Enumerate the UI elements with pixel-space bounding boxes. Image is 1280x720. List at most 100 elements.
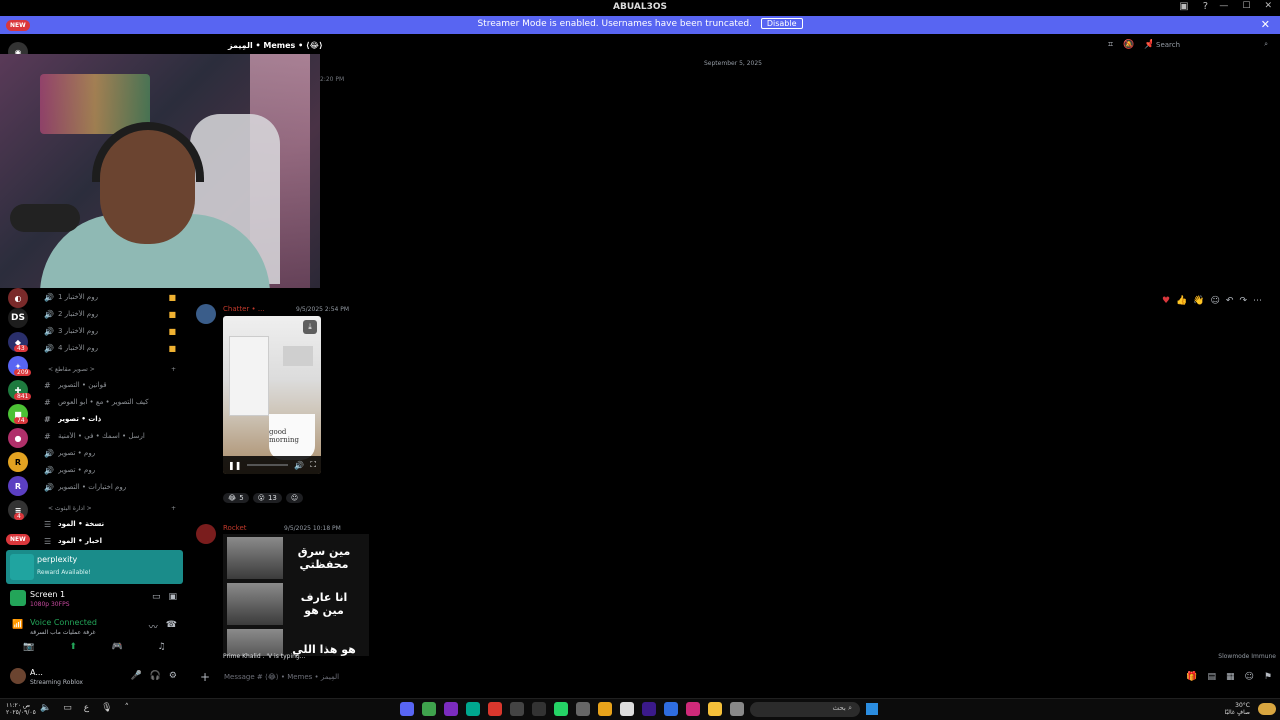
reaction-chip[interactable]: 😮 13 xyxy=(252,493,282,503)
volume-icon[interactable]: 🔊 xyxy=(294,461,304,470)
message-composer[interactable]: + Message # ⟨😂⟩ • Memes • المِيمز 🎁 ▤ ▦ … xyxy=(196,670,1280,686)
server-icon[interactable]: ● xyxy=(8,428,28,448)
text-channel[interactable]: # ارسل • اسمك • في • الأمنية xyxy=(44,429,176,443)
app-icon[interactable] xyxy=(466,702,480,716)
add-reaction-chip[interactable]: ☺ xyxy=(285,493,304,503)
voice-channel[interactable]: 🔊 روم الأختبار 2 ■ xyxy=(44,307,176,321)
text-channel[interactable]: ☰ اخبار • المود xyxy=(44,534,176,548)
noise-suppression-icon[interactable]: 〰 xyxy=(149,620,158,633)
voice-channel-name[interactable]: غرفة عمليات ماب السرقة xyxy=(30,629,96,636)
voice-channel[interactable]: 🔊 روم الأختبار 1 ■ xyxy=(44,290,176,304)
app-icon[interactable] xyxy=(532,702,546,716)
thumbs-up-icon[interactable]: 👍 xyxy=(1176,296,1187,306)
category-header[interactable]: < ادارة البثوث > + xyxy=(48,505,176,512)
pause-icon[interactable]: ❚❚ xyxy=(228,461,241,470)
app-icon[interactable] xyxy=(510,702,524,716)
whatsapp-icon[interactable] xyxy=(554,702,568,716)
threads-icon[interactable]: ⌗ xyxy=(1108,40,1113,50)
reply-icon[interactable]: ↶ xyxy=(1226,296,1234,306)
network-icon[interactable]: ▭ xyxy=(63,703,72,713)
inbox-icon[interactable]: ▣ xyxy=(1179,1,1188,12)
gift-icon[interactable]: 🎁 xyxy=(1186,672,1197,682)
app-icon[interactable] xyxy=(422,702,436,716)
fullscreen-icon[interactable]: ⛶ xyxy=(310,460,316,470)
search-input[interactable]: Search ⌕ xyxy=(1152,39,1272,53)
sticker-icon[interactable]: ▦ xyxy=(1226,672,1235,682)
headphones-icon[interactable]: 🎧 xyxy=(150,671,161,681)
stop-share-icon[interactable]: ▣ xyxy=(168,592,177,602)
discord-app-icon[interactable] xyxy=(400,702,414,716)
file-explorer-icon[interactable] xyxy=(708,702,722,716)
more-icon[interactable]: ⋯ xyxy=(1253,296,1262,306)
category-header[interactable]: < تصوير مقاطع > + xyxy=(48,366,176,373)
minimize-button[interactable]: — xyxy=(1219,1,1228,11)
close-window-button[interactable]: ✕ xyxy=(1264,1,1272,11)
app-icon[interactable] xyxy=(686,702,700,716)
text-channel[interactable]: # قوانين • التصوير xyxy=(44,378,176,392)
download-icon[interactable]: ⤓ xyxy=(303,320,317,334)
server-icon-r[interactable]: R xyxy=(8,476,28,496)
server-icon[interactable]: R xyxy=(8,452,28,472)
forward-icon[interactable]: ↷ xyxy=(1239,296,1247,306)
avatar[interactable] xyxy=(10,668,26,684)
perplexity-promo[interactable]: perplexity Reward Available! xyxy=(6,550,183,584)
weather-widget[interactable]: 30°C صافٍ غالبًا xyxy=(1225,702,1250,716)
premiere-icon[interactable] xyxy=(642,702,656,716)
reaction-chip[interactable]: 😂 5 xyxy=(223,493,249,503)
app-icon[interactable] xyxy=(576,702,590,716)
activity-icon[interactable]: 🎮 xyxy=(112,642,123,656)
text-channel[interactable]: ☰ نسخة • المود xyxy=(44,517,176,531)
meme-image[interactable]: مين سرق محفظتي انا عارف مين هو هو هذا ال… xyxy=(223,534,369,656)
voice-channel[interactable]: 🔊 روم • تصوير xyxy=(44,446,176,460)
taskbar-search[interactable]: بحث ⌕ xyxy=(750,702,860,717)
wave-icon[interactable]: 👋 xyxy=(1193,296,1204,306)
share-screen-icon[interactable]: ⬆ xyxy=(69,642,77,656)
username[interactable]: A... xyxy=(30,668,43,677)
app-icon[interactable] xyxy=(444,702,458,716)
taskbar-clock[interactable]: ص ١١:٢٠ ٢٠٢٥/٠٩/٠٥ xyxy=(6,702,36,716)
chevron-up-icon[interactable]: ˄ xyxy=(125,703,130,713)
username[interactable]: Chatter • ... xyxy=(223,305,265,313)
windows-start-icon[interactable] xyxy=(866,703,878,715)
add-attachment-icon[interactable]: + xyxy=(200,670,210,684)
disable-streamer-mode-button[interactable]: Disable xyxy=(760,18,803,29)
video-attachment[interactable]: good morning ⤓ ❚❚ 🔊 ⛶ xyxy=(223,316,321,474)
username[interactable]: Rocket xyxy=(223,524,247,532)
avatar[interactable] xyxy=(196,524,216,544)
voice-channel[interactable]: 🔊 روم الأختبار 4 ■ xyxy=(44,341,176,355)
voice-channel[interactable]: 🔊 روم • تصوير xyxy=(44,463,176,477)
emoji-icon[interactable]: ☺ xyxy=(1245,672,1254,682)
heart-reaction-icon[interactable]: ♥ xyxy=(1162,296,1170,306)
settings-icon[interactable]: ⚙ xyxy=(169,671,177,681)
mute-icon[interactable]: 🔕 xyxy=(1123,40,1134,50)
close-icon[interactable]: ✕ xyxy=(1261,18,1270,31)
add-reaction-icon[interactable]: ☺ xyxy=(1211,296,1220,306)
app-icon[interactable] xyxy=(620,702,634,716)
app-icon[interactable] xyxy=(730,702,744,716)
volume-icon[interactable]: 🔈 xyxy=(40,703,51,713)
language-icon[interactable]: ع xyxy=(84,703,89,713)
soundboard-icon[interactable]: ♫ xyxy=(158,642,166,656)
help-icon[interactable]: ? xyxy=(1203,1,1208,12)
chrome-icon[interactable] xyxy=(598,702,612,716)
maximize-button[interactable]: ☐ xyxy=(1242,1,1250,11)
video-progress[interactable] xyxy=(247,464,289,466)
app-icon[interactable] xyxy=(664,702,678,716)
add-channel-icon[interactable]: + xyxy=(171,505,176,512)
disconnect-icon[interactable]: ☎ xyxy=(166,620,177,633)
text-channel-active[interactable]: # ذات • تصوير xyxy=(44,412,176,426)
add-channel-icon[interactable]: + xyxy=(171,366,176,373)
server-icon[interactable]: ◐ xyxy=(8,288,28,308)
text-channel[interactable]: # كيف التصوير • مع • ابو العوص xyxy=(44,395,176,409)
voice-channel[interactable]: 🔊 روم الأختبار 3 ■ xyxy=(44,324,176,338)
gif-icon[interactable]: ▤ xyxy=(1208,672,1217,682)
avatar[interactable] xyxy=(196,304,216,324)
apps-icon[interactable]: ⚑ xyxy=(1264,672,1272,682)
mic-tray-icon[interactable]: 🎙 xyxy=(101,703,112,713)
mic-icon[interactable]: 🎤 xyxy=(130,671,141,681)
camera-icon[interactable]: 📷 xyxy=(23,642,34,656)
voice-channel[interactable]: 🔊 روم اختبارات • التصوير xyxy=(44,480,176,494)
app-icon[interactable] xyxy=(488,702,502,716)
message-input[interactable]: Message # ⟨😂⟩ • Memes • المِيمز xyxy=(224,673,339,681)
server-icon-ds[interactable]: DS xyxy=(8,308,28,328)
